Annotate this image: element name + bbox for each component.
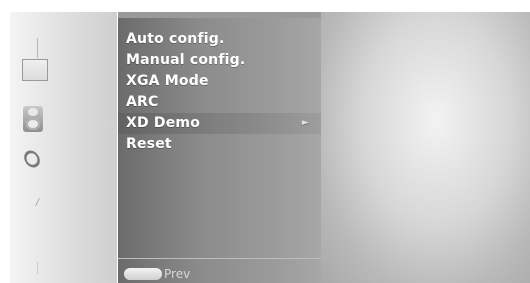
rail-divider-bottom <box>37 262 38 274</box>
rail-divider <box>37 38 38 58</box>
menu-item-label: Manual config. <box>126 52 246 68</box>
menu-item-xd-demo[interactable]: XD Demo ► <box>118 113 321 134</box>
menu-item-label: Auto config. <box>126 31 225 47</box>
speaker-icon[interactable] <box>23 106 43 132</box>
menu-item-manual-config[interactable]: Manual config. <box>126 50 321 71</box>
submenu-arrow-icon: ► <box>301 118 309 128</box>
prev-hint[interactable]: Prev <box>124 265 190 283</box>
rail-tick-mark <box>35 198 44 206</box>
menu-item-label: Reset <box>126 136 172 152</box>
prev-label: Prev <box>164 267 191 281</box>
menu-panel: Auto config. Manual config. XGA Mode ARC… <box>118 12 321 283</box>
ring-icon[interactable] <box>20 147 44 171</box>
remote-key-icon <box>124 268 162 280</box>
menu-footer-divider <box>118 258 321 259</box>
menu-item-auto-config[interactable]: Auto config. <box>126 29 321 50</box>
screen-icon[interactable] <box>22 59 48 81</box>
category-icon-rail <box>10 12 117 283</box>
menu-item-reset[interactable]: Reset <box>126 134 321 155</box>
menu-top-strip <box>118 12 321 18</box>
menu-list: Auto config. Manual config. XGA Mode ARC… <box>118 29 321 155</box>
preview-area <box>321 12 530 283</box>
menu-item-label: XD Demo <box>126 115 201 131</box>
osd-screen: Auto config. Manual config. XGA Mode ARC… <box>0 0 530 283</box>
menu-item-xga-mode[interactable]: XGA Mode <box>126 71 321 92</box>
menu-item-arc[interactable]: ARC <box>126 92 321 113</box>
menu-item-label: XGA Mode <box>126 73 209 89</box>
menu-item-label: ARC <box>126 94 159 110</box>
